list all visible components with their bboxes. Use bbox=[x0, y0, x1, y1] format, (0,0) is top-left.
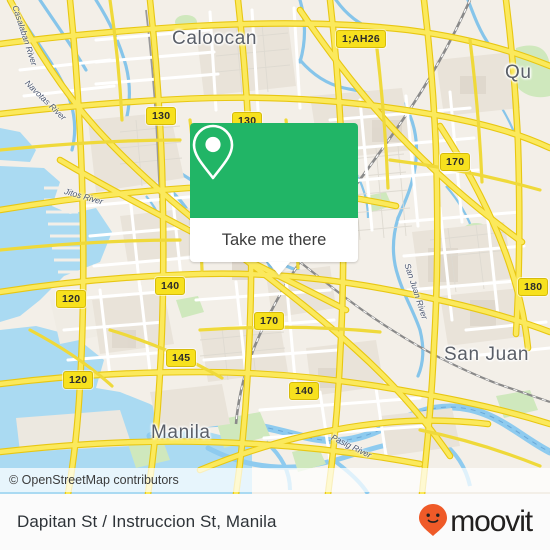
callout-pin-panel bbox=[190, 123, 358, 218]
openstreetmap-attribution[interactable]: © OpenStreetMap contributors bbox=[0, 473, 179, 487]
route-shield-170-a: 170 bbox=[440, 153, 471, 171]
route-shield-140-b: 140 bbox=[289, 382, 320, 400]
station-title: Dapitan St / Instruccion St, Manila bbox=[17, 512, 277, 531]
route-shield-140-a: 140 bbox=[155, 277, 186, 295]
take-me-there-button[interactable]: Take me there bbox=[190, 218, 358, 262]
map-attribution-bar: © OpenStreetMap contributors bbox=[0, 468, 550, 492]
moovit-wordmark: moovit bbox=[450, 505, 533, 538]
moovit-logo[interactable]: moovit bbox=[418, 503, 533, 542]
route-shield-180: 180 bbox=[518, 278, 549, 296]
route-shield-120-a: 120 bbox=[56, 290, 87, 308]
route-shield-1-ah26: 1;AH26 bbox=[336, 30, 386, 48]
moovit-smiley-pin-icon bbox=[418, 503, 448, 542]
callout-pointer-tail bbox=[268, 262, 290, 275]
route-shield-120-b: 120 bbox=[63, 371, 94, 389]
footer-bar: Dapitan St / Instruccion St, Manila moov… bbox=[0, 494, 550, 550]
route-shield-145: 145 bbox=[166, 349, 197, 367]
route-shield-170-b: 170 bbox=[254, 312, 285, 330]
moovit-station-map-page: Caloocan Qu San Juan Manila Casalaban Ri… bbox=[0, 0, 550, 550]
route-shield-130-a: 130 bbox=[146, 107, 177, 125]
map-canvas[interactable]: Caloocan Qu San Juan Manila Casalaban Ri… bbox=[0, 0, 550, 494]
location-callout-card[interactable]: Take me there bbox=[190, 123, 358, 275]
